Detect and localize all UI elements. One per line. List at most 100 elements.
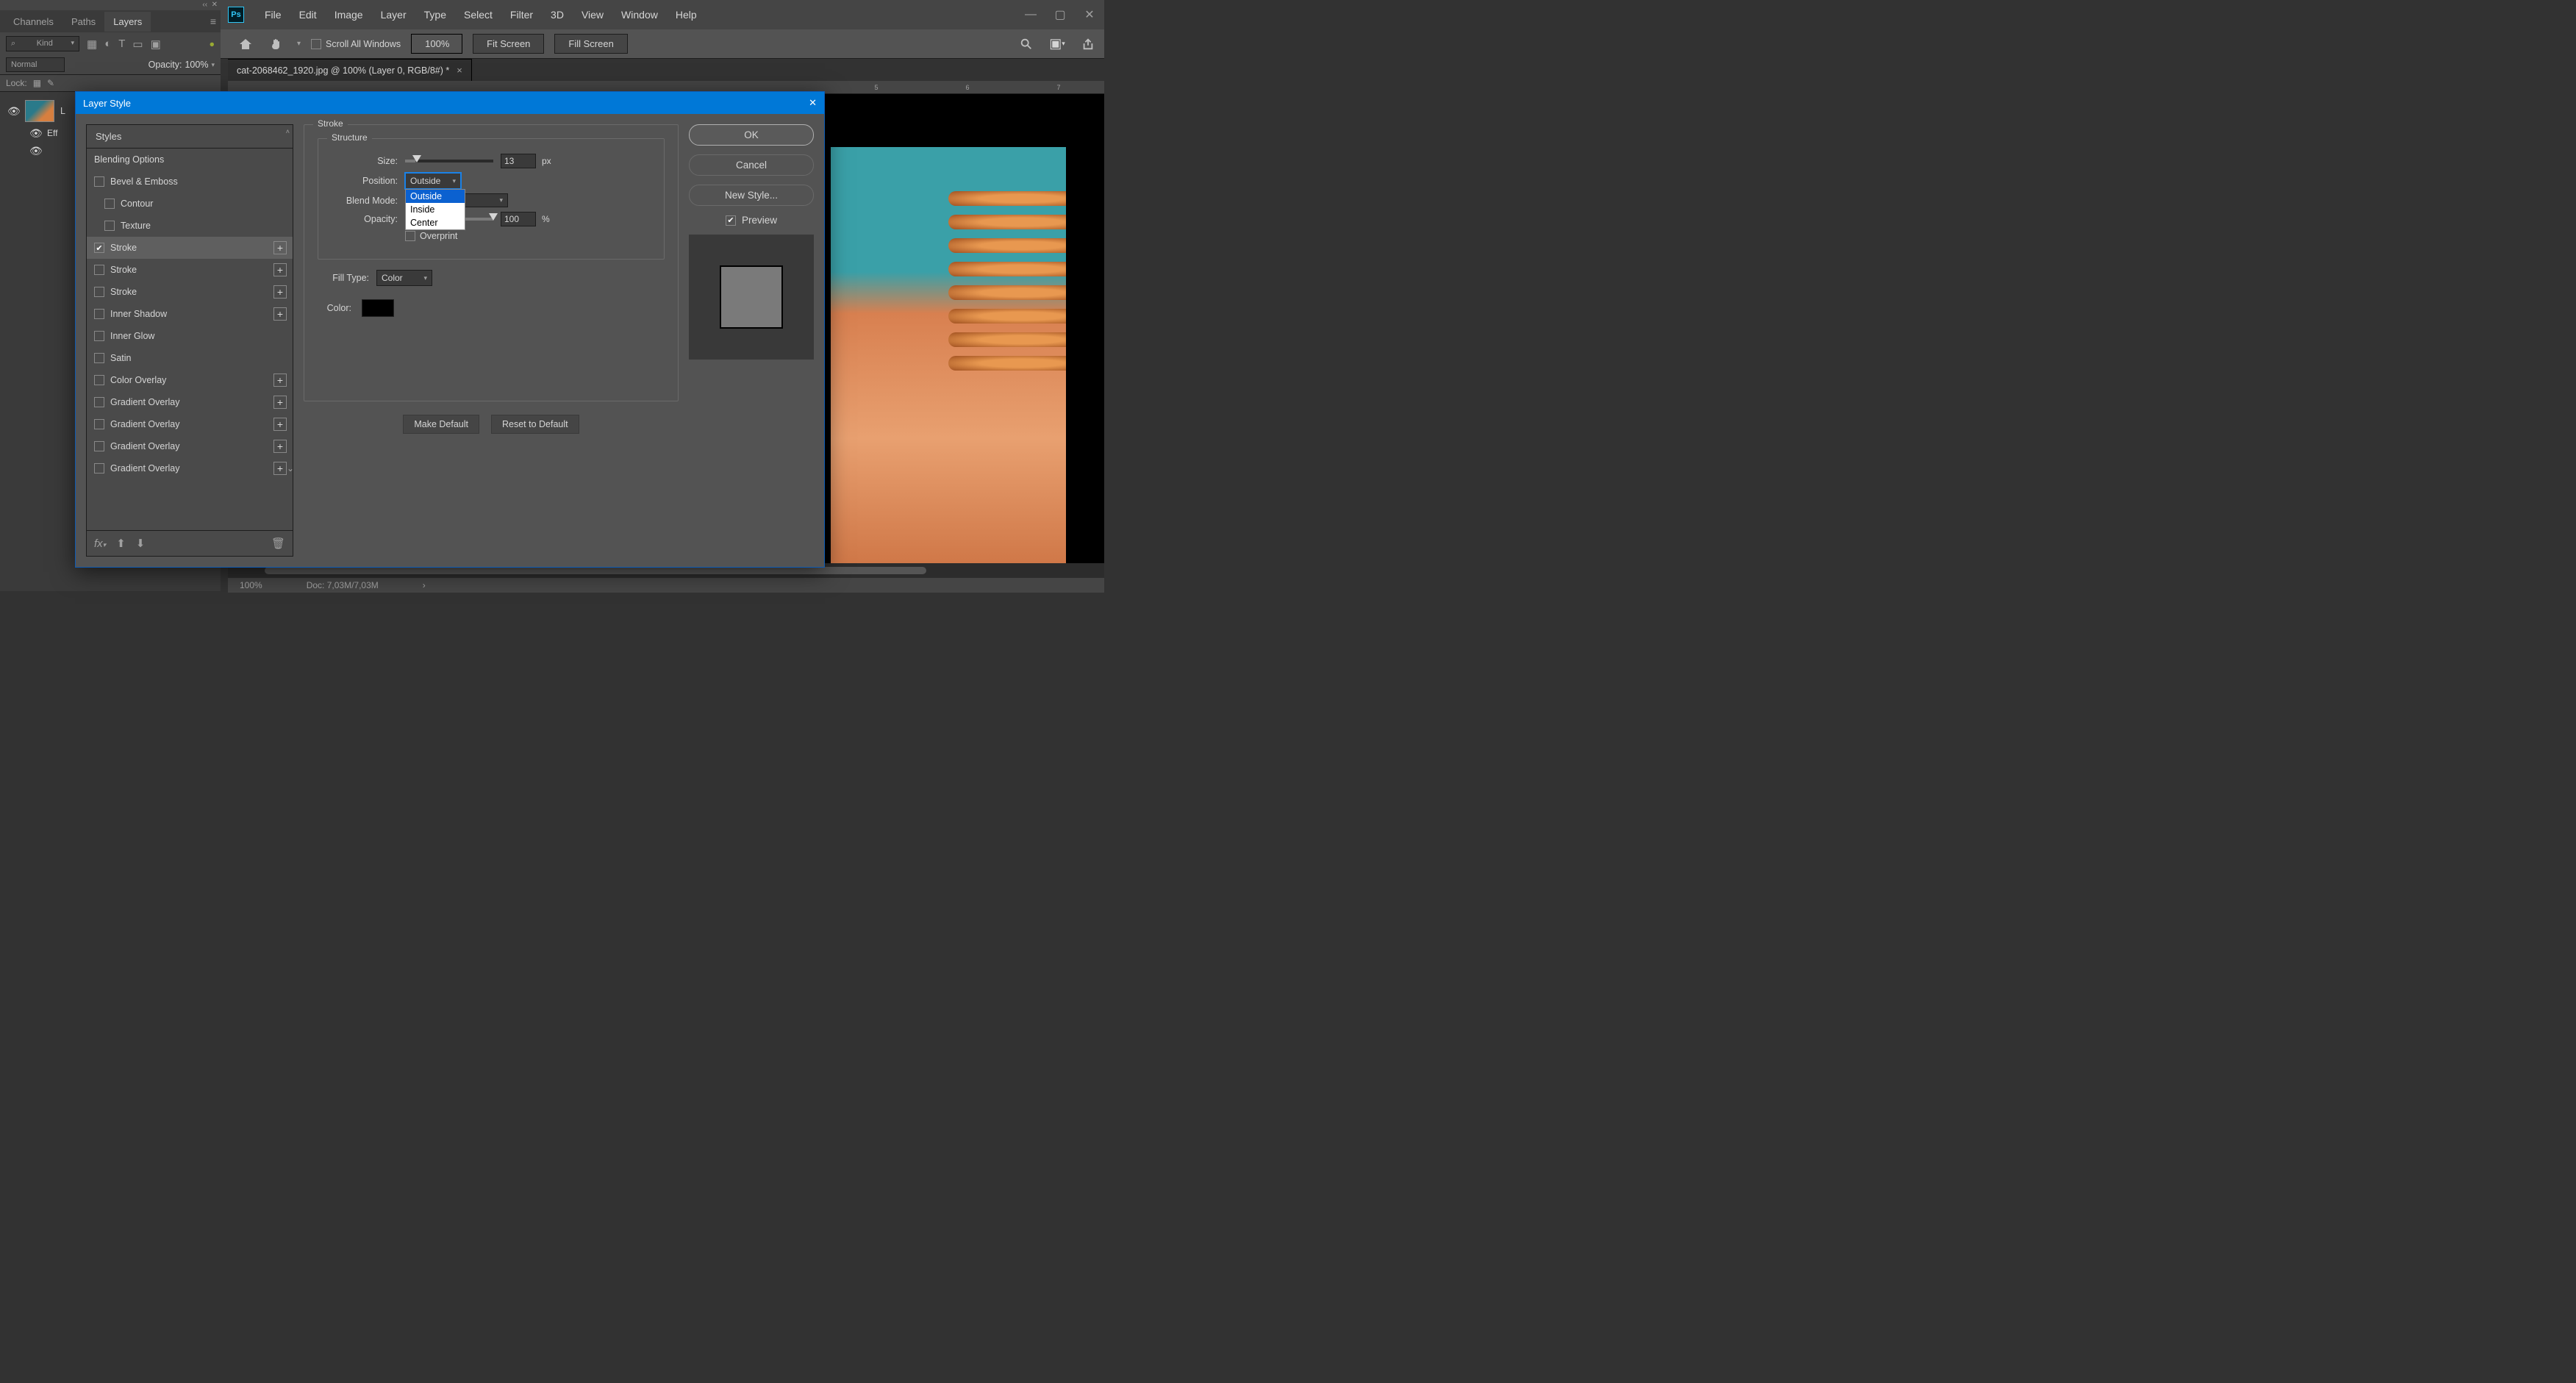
scrollbar-thumb[interactable] [265, 567, 926, 574]
tab-close-icon[interactable]: × [457, 65, 462, 76]
menu-layer[interactable]: Layer [372, 0, 415, 29]
style-item-gradient-overlay[interactable]: Gradient Overlay + [87, 413, 293, 435]
lock-transparent-icon[interactable]: ▦ [33, 78, 41, 88]
search-icon[interactable] [1016, 34, 1037, 54]
menu-3d[interactable]: 3D [542, 0, 573, 29]
close-icon[interactable]: ✕ [1075, 0, 1104, 29]
add-style-icon[interactable]: + [273, 396, 287, 409]
blending-options-item[interactable]: Blending Options [87, 149, 293, 171]
opacity-value[interactable]: 100% [185, 60, 208, 70]
slider-thumb-icon[interactable] [412, 155, 421, 162]
checkbox-icon[interactable] [94, 353, 104, 363]
checkbox-icon[interactable] [405, 231, 415, 241]
filter-pixel-icon[interactable]: ▦ [87, 37, 97, 51]
filter-toggle-icon[interactable]: ● [209, 39, 215, 49]
fill-type-select[interactable]: Color ▾ [376, 270, 432, 286]
checkbox-icon[interactable] [94, 309, 104, 319]
overprint-row[interactable]: Overprint [405, 231, 651, 241]
fit-screen-button[interactable]: Fit Screen [473, 34, 544, 54]
ok-button[interactable]: OK [689, 124, 814, 146]
scroll-up-icon[interactable]: ˄ [286, 128, 290, 135]
checkbox-icon[interactable] [94, 176, 104, 187]
add-style-icon[interactable]: + [273, 374, 287, 387]
style-item-satin[interactable]: Satin [87, 347, 293, 369]
style-item-inner-glow[interactable]: Inner Glow [87, 325, 293, 347]
styles-header[interactable]: Styles [87, 125, 293, 149]
preview-checkbox[interactable]: Preview [689, 215, 814, 226]
slider-thumb-icon[interactable] [489, 213, 498, 221]
checkbox-icon[interactable] [94, 441, 104, 451]
filter-type-icon[interactable]: T [118, 37, 125, 51]
panel-menu-icon[interactable]: ≡ [210, 15, 216, 27]
checkbox-icon[interactable] [94, 397, 104, 407]
chevron-right-icon[interactable]: › [423, 580, 426, 590]
size-input[interactable] [501, 154, 536, 168]
menu-view[interactable]: View [573, 0, 612, 29]
filter-shape-icon[interactable]: ▭ [132, 37, 143, 51]
add-style-icon[interactable]: + [273, 418, 287, 431]
cancel-button[interactable]: Cancel [689, 154, 814, 176]
new-style-button[interactable]: New Style... [689, 185, 814, 206]
visibility-icon[interactable]: 👁 [7, 105, 19, 118]
checkbox-icon[interactable] [94, 243, 104, 253]
status-zoom[interactable]: 100% [240, 580, 262, 590]
minimize-icon[interactable]: — [1016, 0, 1045, 29]
tab-layers[interactable]: Layers [104, 12, 151, 32]
workspace-icon[interactable]: ▣▾ [1047, 34, 1067, 54]
fill-screen-button[interactable]: Fill Screen [554, 34, 627, 54]
blend-mode-select[interactable]: Normal [6, 57, 65, 72]
trash-icon[interactable]: 🗑 [271, 537, 285, 550]
checkbox-icon[interactable] [94, 265, 104, 275]
menu-filter[interactable]: Filter [501, 0, 542, 29]
checkbox-icon[interactable] [94, 331, 104, 341]
scroll-all-checkbox[interactable]: Scroll All Windows [311, 39, 401, 49]
position-select[interactable]: Outside ▾ [405, 173, 461, 189]
checkbox-icon[interactable] [104, 221, 115, 231]
fx-icon[interactable]: fx▾ [94, 537, 106, 550]
style-item-color-overlay[interactable]: Color Overlay + [87, 369, 293, 391]
menu-window[interactable]: Window [612, 0, 667, 29]
document-tab[interactable]: cat-2068462_1920.jpg @ 100% (Layer 0, RG… [228, 59, 472, 81]
menu-edit[interactable]: Edit [290, 0, 326, 29]
panel-collapse-controls[interactable]: ‹‹ ✕ [0, 0, 221, 10]
add-style-icon[interactable]: + [273, 285, 287, 299]
move-up-icon[interactable]: ⬆ [116, 537, 126, 550]
style-item-inner-shadow[interactable]: Inner Shadow + [87, 303, 293, 325]
add-style-icon[interactable]: + [273, 462, 287, 475]
style-item-stroke[interactable]: Stroke + [87, 237, 293, 259]
hand-tool-icon[interactable] [266, 34, 287, 54]
filter-smart-icon[interactable]: ▣ [151, 37, 161, 51]
size-slider[interactable] [405, 160, 493, 162]
make-default-button[interactable]: Make Default [403, 415, 479, 434]
dropdown-item-inside[interactable]: Inside [406, 203, 465, 216]
checkbox-icon[interactable] [94, 287, 104, 297]
menu-help[interactable]: Help [667, 0, 706, 29]
dialog-close-icon[interactable]: ✕ [809, 97, 817, 109]
add-style-icon[interactable]: + [273, 241, 287, 254]
home-icon[interactable] [235, 34, 256, 54]
style-item-texture[interactable]: Texture [87, 215, 293, 237]
visibility-icon[interactable]: 👁 [29, 127, 41, 140]
dialog-titlebar[interactable]: Layer Style ✕ [76, 92, 824, 114]
style-item-contour[interactable]: Contour [87, 193, 293, 215]
style-item-stroke[interactable]: Stroke + [87, 259, 293, 281]
kind-select[interactable]: ⌕ Kind ▾ [6, 36, 79, 51]
maximize-icon[interactable]: ▢ [1045, 0, 1075, 29]
chevron-down-icon[interactable]: ▾ [297, 40, 301, 48]
dropdown-item-center[interactable]: Center [406, 216, 465, 229]
add-style-icon[interactable]: + [273, 307, 287, 321]
zoom-value-field[interactable]: 100% [411, 34, 462, 54]
chevron-down-icon[interactable]: ▾ [211, 61, 215, 69]
color-swatch[interactable] [362, 299, 394, 317]
share-icon[interactable] [1078, 34, 1098, 54]
add-style-icon[interactable]: + [273, 440, 287, 453]
style-item-bevel[interactable]: Bevel & Emboss [87, 171, 293, 193]
status-docinfo[interactable]: Doc: 7,03M/7,03M [307, 580, 379, 590]
reset-default-button[interactable]: Reset to Default [491, 415, 579, 434]
add-style-icon[interactable]: + [273, 263, 287, 276]
style-item-gradient-overlay[interactable]: Gradient Overlay + [87, 391, 293, 413]
lock-brush-icon[interactable]: ✎ [47, 78, 54, 88]
dropdown-item-outside[interactable]: Outside [406, 190, 465, 203]
checkbox-icon[interactable] [94, 375, 104, 385]
visibility-icon[interactable]: 👁 [29, 145, 41, 157]
